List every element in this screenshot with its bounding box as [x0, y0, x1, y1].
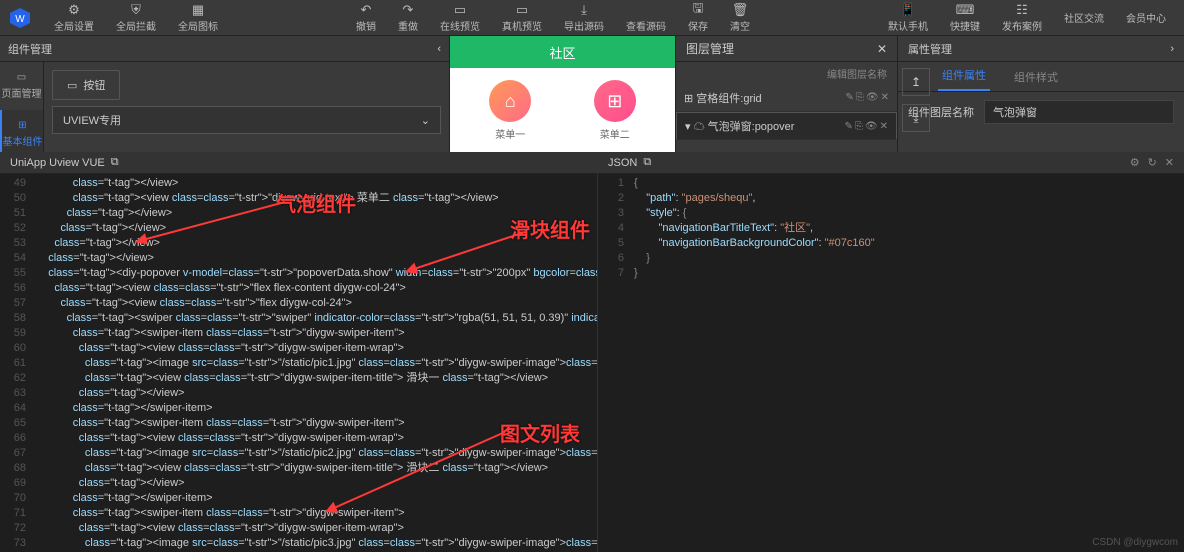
chevron-right-icon[interactable]: › [1170, 43, 1174, 55]
top-right-btn-1[interactable]: ⌨快捷键 [940, 1, 990, 35]
toolbar-icon: 📱 [901, 3, 915, 17]
toolbar-icon: ↶ [359, 3, 373, 17]
toolbar-icon: 🖫 [691, 3, 705, 17]
layer-action-icon[interactable]: ✎ [846, 92, 854, 103]
watermark: CSDN @diygwcom [1092, 537, 1178, 548]
app-logo: W [8, 6, 32, 30]
toolbar-icon: 🗑 [733, 3, 747, 17]
chevron-down-icon: ⌄ [421, 114, 430, 127]
top-left-btn-1[interactable]: ⛨全局拦截 [106, 1, 166, 35]
svg-text:W: W [15, 14, 25, 25]
top-right-btn-0[interactable]: 📱默认手机 [878, 1, 938, 35]
move-up-button[interactable]: ↥ [902, 68, 930, 96]
side-tab-pages[interactable]: ▭页面管理 [0, 62, 43, 110]
phone-tab[interactable]: 社区 [450, 36, 675, 68]
toolbar-icon [639, 3, 653, 17]
layers-header: 图层管理 ✕ [676, 36, 897, 62]
top-left-btn-0[interactable]: ⚙全局设置 [44, 1, 104, 35]
toolbar-icon: ↷ [401, 3, 415, 17]
layer-action-icon[interactable]: ✕ [880, 121, 888, 132]
uview-select[interactable]: UVIEW专用 ⌄ [52, 106, 441, 134]
toolbar-icon: ⤓ [577, 3, 591, 17]
gear-icon[interactable]: ⚙ [1130, 156, 1140, 169]
prop-tab-0[interactable]: 组件属性 [938, 61, 990, 91]
toolbar-icon: ⌨ [958, 3, 972, 17]
layer-action-icon[interactable]: 👁 [866, 92, 879, 103]
move-down-button[interactable]: ⤓ [902, 104, 930, 132]
code-area: UniApp Uview VUE ⧉ 495051525354555657585… [0, 152, 1184, 552]
layer-action-icon[interactable]: ⎘ [856, 92, 864, 103]
top-center-btn-4[interactable]: ⤓导出源码 [554, 1, 614, 35]
top-center-btn-0[interactable]: ↶撤销 [346, 1, 386, 35]
button-icon: ▭ [67, 79, 77, 92]
top-right-btn-4[interactable]: 会员中心 [1116, 1, 1176, 35]
close-icon[interactable]: ✕ [877, 42, 887, 56]
prop-tab-1[interactable]: 组件样式 [1010, 63, 1062, 91]
top-right-btn-2[interactable]: ☷发布案例 [992, 1, 1052, 35]
layer-action-icon[interactable]: ✕ [881, 92, 889, 103]
toolbar-icon: ▭ [453, 3, 467, 17]
layer-name-input[interactable] [984, 100, 1174, 124]
code-editor-left[interactable]: class="t-tag"></view> class="t-tag"><vie… [32, 174, 597, 552]
top-center-btn-7[interactable]: 🗑清空 [720, 1, 760, 35]
layer-item-0[interactable]: ⊞ 宫格组件:grid✎⎘👁✕ [676, 84, 897, 112]
components-header: 组件管理 ‹ [0, 36, 449, 62]
code-editor-right[interactable]: { "path": "pages/shequ", "style": { "nav… [630, 174, 1184, 552]
side-tab-basic[interactable]: ⊞基本组件 [0, 110, 43, 158]
copy-icon[interactable]: ⧉ [111, 156, 119, 169]
top-toolbar: W ⚙全局设置⛨全局拦截▦全局图标 ↶撤销↷重做▭在线预览▭真机预览⤓导出源码查… [0, 0, 1184, 36]
top-left-btn-2[interactable]: ▦全局图标 [168, 1, 228, 35]
layer-action-icon[interactable]: ⎘ [855, 121, 863, 132]
layer-item-1[interactable]: ▾ ☁ 气泡弹窗:popover✎⎘👁✕ [676, 112, 897, 140]
toolbar-icon: ⛨ [129, 3, 143, 17]
copy-icon[interactable]: ⧉ [643, 156, 651, 169]
toolbar-icon: ☷ [1015, 3, 1029, 17]
toolbar-icon: ▦ [191, 3, 205, 17]
component-button[interactable]: ▭ 按钮 [52, 70, 120, 100]
layers-subtitle: 编辑图层名称 [676, 62, 897, 84]
close-icon[interactable]: ✕ [1165, 156, 1174, 169]
toolbar-icon: ⚙ [67, 3, 81, 17]
top-center-btn-5[interactable]: 查看源码 [616, 1, 676, 35]
code-header-right: JSON ⧉ ⚙ ↻ ✕ [598, 152, 1184, 174]
top-center-btn-2[interactable]: ▭在线预览 [430, 1, 490, 35]
toolbar-icon: ▭ [515, 3, 529, 17]
top-center-btn-3[interactable]: ▭真机预览 [492, 1, 552, 35]
top-center-btn-6[interactable]: 🖫保存 [678, 1, 718, 35]
layer-action-icon[interactable]: 👁 [865, 121, 878, 132]
layer-action-icon[interactable]: ✎ [845, 121, 853, 132]
refresh-icon[interactable]: ↻ [1148, 156, 1157, 169]
top-right-btn-3[interactable]: 社区交流 [1054, 1, 1114, 35]
props-header: 属性管理 › [898, 36, 1184, 62]
components-title: 组件管理 [8, 41, 52, 57]
chevron-left-icon[interactable]: ‹ [437, 43, 441, 55]
menu-icon: ⊞ [594, 80, 636, 122]
code-header-left: UniApp Uview VUE ⧉ [0, 152, 597, 174]
menu-icon: ⌂ [489, 80, 531, 122]
top-center-btn-1[interactable]: ↷重做 [388, 1, 428, 35]
